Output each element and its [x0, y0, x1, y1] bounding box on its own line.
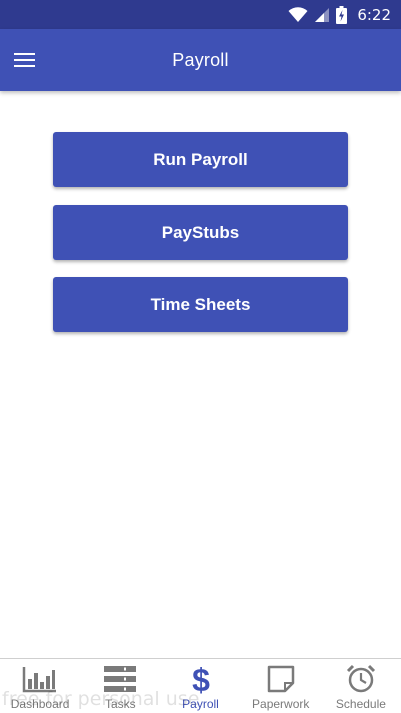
nav-item-dashboard[interactable]: Dashboard	[0, 659, 80, 713]
nav-label-schedule: Schedule	[335, 697, 386, 711]
nav-label-tasks: Tasks	[104, 697, 136, 711]
nav-item-tasks[interactable]: Tasks	[80, 659, 160, 713]
bar-chart-icon	[22, 664, 58, 694]
page-title: Payroll	[172, 49, 229, 70]
main-content: Run Payroll PayStubs Time Sheets	[0, 91, 401, 658]
dollar-icon: $	[183, 663, 219, 695]
bottom-nav: Dashboard Tasks $ Payroll Paperwork Sche…	[0, 658, 401, 713]
time-sheets-button[interactable]: Time Sheets	[53, 277, 348, 332]
alarm-clock-icon	[343, 664, 379, 694]
list-icon	[102, 664, 138, 694]
status-time: 6:22	[357, 5, 391, 24]
nav-label-payroll: Payroll	[182, 697, 219, 711]
paystubs-button[interactable]: PayStubs	[53, 205, 348, 260]
nav-label-paperwork: Paperwork	[252, 697, 310, 711]
nav-item-schedule[interactable]: Schedule	[321, 659, 401, 713]
hamburger-menu-icon[interactable]	[14, 48, 40, 72]
nav-item-paperwork[interactable]: Paperwork	[241, 659, 321, 713]
note-icon	[263, 664, 299, 694]
nav-label-dashboard: Dashboard	[10, 697, 70, 711]
cell-signal-icon	[315, 7, 330, 22]
battery-charging-icon	[336, 5, 348, 24]
wifi-icon	[288, 6, 308, 22]
status-bar: 6:22	[0, 0, 401, 29]
run-payroll-button[interactable]: Run Payroll	[53, 132, 348, 187]
app-bar: Payroll	[0, 29, 401, 91]
svg-text:$: $	[192, 663, 210, 695]
nav-item-payroll[interactable]: $ Payroll	[160, 659, 240, 713]
